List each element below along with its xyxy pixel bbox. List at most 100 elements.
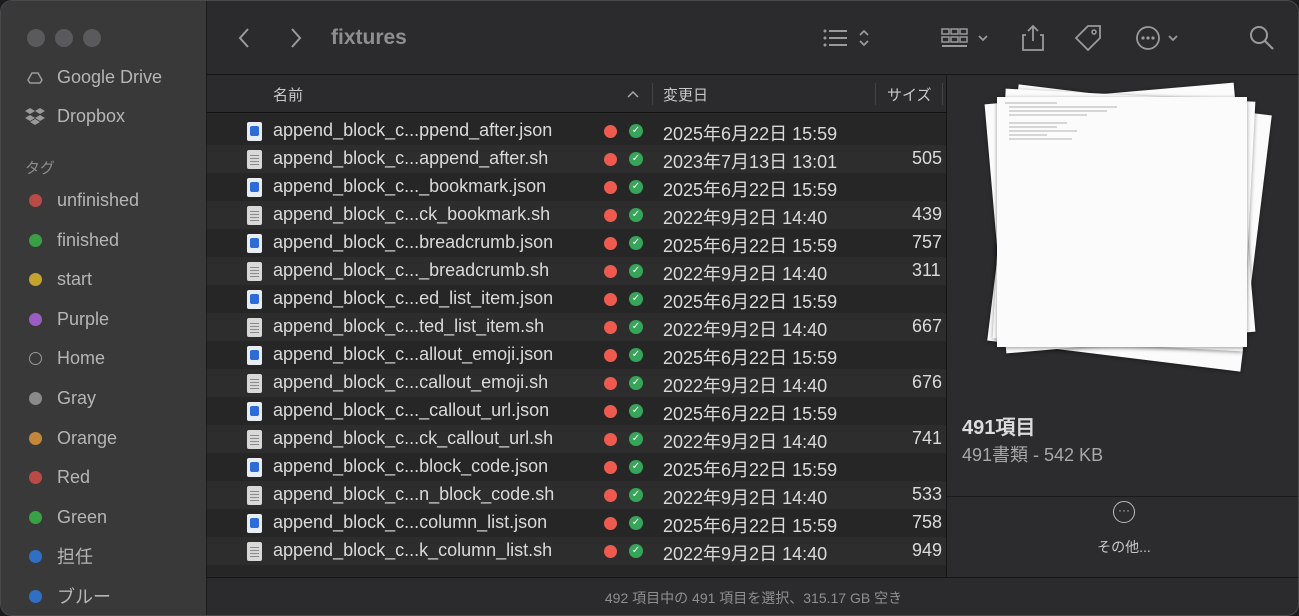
red-tag-dot — [604, 209, 617, 222]
red-tag-dot — [604, 321, 617, 334]
file-date: 2023年7月13日 13:01 — [663, 152, 838, 172]
sidebar-tag-red[interactable]: Red — [25, 462, 90, 492]
table-row[interactable]: append_block_c...ck_bookmark.sh ✓ 2022年9… — [207, 201, 946, 229]
red-tag-dot — [604, 433, 617, 446]
minimize-window-button[interactable] — [55, 29, 73, 47]
grid-icon — [941, 28, 968, 47]
red-tag-dot — [604, 153, 617, 166]
table-row[interactable]: append_block_c...allout_emoji.json ✓ 202… — [207, 341, 946, 369]
file-size: 667 — [912, 316, 943, 336]
table-row[interactable]: append_block_c...ppend_after.json ✓ 2025… — [207, 117, 946, 145]
column-name-header[interactable]: 名前 — [273, 75, 303, 113]
checkmark-icon: ✓ — [629, 460, 643, 474]
sidebar-tag-home[interactable]: Home — [25, 343, 105, 373]
view-options-button[interactable] — [823, 1, 871, 75]
column-modified-header[interactable]: 変更日 — [663, 75, 708, 113]
file-size: 758 — [912, 512, 943, 532]
window-controls — [27, 29, 101, 47]
sidebar-tag-green[interactable]: Green — [25, 502, 107, 532]
red-tag-dot — [604, 181, 617, 194]
sidebar-tag-orange[interactable]: Orange — [25, 423, 117, 453]
checkmark-icon: ✓ — [629, 152, 643, 166]
sidebar-tag-finished[interactable]: finished — [25, 225, 119, 255]
json-file-icon — [247, 458, 262, 477]
checkmark-icon: ✓ — [629, 320, 643, 334]
file-name: append_block_c..._breadcrumb.sh — [273, 260, 550, 280]
file-size: 741 — [912, 428, 943, 448]
file-list: append_block_c...ppend_after.json ✓ 2025… — [207, 114, 946, 576]
file-size: 311 — [912, 260, 941, 280]
table-row-partial[interactable] — [207, 565, 946, 576]
table-row[interactable]: append_block_c...ted_list_item.sh ✓ 2022… — [207, 313, 946, 341]
window-title: fixtures — [331, 26, 407, 49]
sidebar-item-label: unfinished — [57, 189, 140, 210]
sidebar-item-google-drive[interactable]: Google Drive — [25, 66, 163, 92]
sidebar-tag-start[interactable]: start — [25, 264, 92, 294]
table-row[interactable]: append_block_c..._callout_url.json ✓ 202… — [207, 397, 946, 425]
sidebar-tag-purple[interactable]: Purple — [25, 304, 109, 334]
table-row[interactable]: append_block_c..._breadcrumb.sh ✓ 2022年9… — [207, 257, 946, 285]
file-name: append_block_c...column_list.json — [273, 512, 548, 532]
checkmark-icon: ✓ — [629, 180, 643, 194]
json-file-icon — [247, 234, 262, 253]
sidebar-tag-unfinished[interactable]: unfinished — [25, 185, 139, 215]
table-row[interactable]: append_block_c...ed_list_item.json ✓ 202… — [207, 285, 946, 313]
table-row[interactable]: append_block_c...append_after.sh ✓ 2023年… — [207, 145, 946, 173]
red-tag-dot — [604, 265, 617, 278]
table-row[interactable]: append_block_c...ck_callout_url.sh ✓ 202… — [207, 425, 946, 453]
sidebar-tag-tannin[interactable]: 担任 — [25, 541, 93, 571]
file-name: append_block_c...k_column_list.sh — [273, 540, 553, 560]
more-actions-button[interactable] — [1135, 1, 1179, 75]
group-button[interactable] — [941, 1, 989, 75]
script-file-icon — [247, 486, 262, 505]
table-row[interactable]: append_block_c...callout_emoji.sh ✓ 2022… — [207, 369, 946, 397]
sidebar-tag-gray[interactable]: Gray — [25, 383, 96, 413]
forward-button[interactable] — [289, 1, 303, 75]
json-file-icon — [247, 290, 262, 309]
more-options-button[interactable]: その他... — [947, 537, 1298, 557]
red-tag-dot — [604, 517, 617, 530]
tag-color-dot — [28, 233, 42, 247]
sidebar-item-label: Orange — [57, 427, 118, 448]
back-button[interactable] — [237, 1, 251, 75]
sidebar-tag-blue[interactable]: ブルー — [25, 581, 111, 611]
sidebar-item-dropbox[interactable]: Dropbox — [25, 101, 125, 131]
file-date: 2022年9月2日 14:40 — [663, 264, 828, 284]
zoom-window-button[interactable] — [83, 29, 101, 47]
status-bar: 492 項目中の 491 項目を選択、315.17 GB 空き — [207, 577, 1298, 615]
checkmark-icon: ✓ — [629, 404, 643, 418]
sidebar-item-label: Google Drive — [57, 66, 163, 87]
tag-color-dot — [28, 549, 42, 563]
search-button[interactable] — [1249, 1, 1275, 75]
file-name: append_block_c..._bookmark.json — [273, 176, 547, 196]
table-row[interactable]: append_block_c..._bookmark.json ✓ 2025年6… — [207, 173, 946, 201]
script-file-icon — [247, 318, 262, 337]
table-row[interactable]: append_block_c...n_block_code.sh ✓ 2022年… — [207, 481, 946, 509]
list-view-icon — [823, 29, 847, 47]
file-name: append_block_c...n_block_code.sh — [273, 484, 555, 504]
checkmark-icon: ✓ — [629, 432, 643, 446]
close-window-button[interactable] — [27, 29, 45, 47]
json-file-icon — [247, 178, 262, 197]
file-date: 2025年6月22日 15:59 — [663, 516, 838, 536]
sort-ascending-icon[interactable] — [627, 75, 639, 113]
table-row[interactable]: append_block_c...k_column_list.sh ✓ 2022… — [207, 537, 946, 565]
share-button[interactable] — [1021, 1, 1045, 75]
file-name: append_block_c...allout_emoji.json — [273, 344, 554, 364]
file-size: 949 — [912, 540, 943, 560]
file-size: 676 — [912, 372, 943, 392]
column-size-header[interactable]: サイズ — [887, 75, 932, 113]
table-row[interactable]: append_block_c...block_code.json ✓ 2025年… — [207, 453, 946, 481]
red-tag-dot — [604, 405, 617, 418]
table-row[interactable]: append_block_c...column_list.json ✓ 2025… — [207, 509, 946, 537]
file-name: append_block_c...ck_bookmark.sh — [273, 204, 551, 224]
tag-button[interactable] — [1073, 1, 1103, 75]
more-options-icon[interactable]: ··· — [1113, 501, 1135, 523]
tag-color-dot — [28, 272, 42, 286]
sidebar-item-label: ブルー — [57, 587, 111, 607]
preview-pane: 491項目 491書類 - 542 KB ··· その他... — [946, 75, 1298, 577]
ellipsis-circle-icon — [1136, 26, 1160, 50]
table-row[interactable]: append_block_c...breadcrumb.json ✓ 2025年… — [207, 229, 946, 257]
google-drive-icon — [25, 69, 45, 85]
sidebar-item-label: finished — [57, 229, 120, 250]
